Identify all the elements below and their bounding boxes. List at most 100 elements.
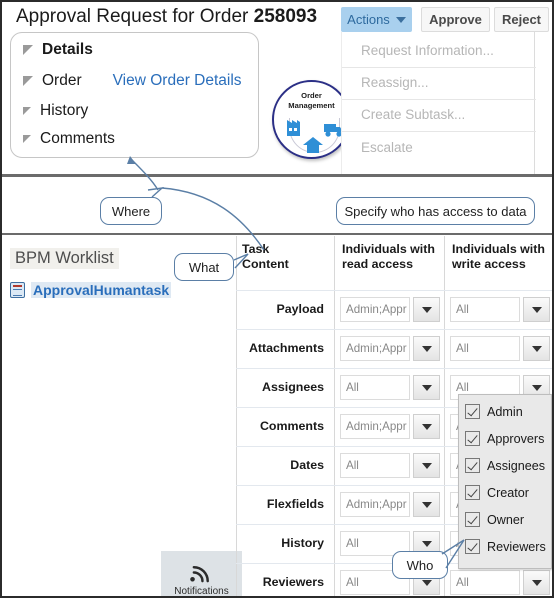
checklist-option[interactable]: Assignees — [465, 458, 545, 473]
checkbox-checked-icon[interactable] — [465, 512, 480, 527]
details-tree-card: Details Order View Order Details History… — [10, 32, 259, 158]
checklist-option-label: Reviewers — [487, 539, 546, 554]
vertical-tab-strip: Notifications Access Configuration — [161, 551, 242, 596]
tree-item-details[interactable]: Details — [23, 41, 93, 59]
approve-button[interactable]: Approve — [421, 7, 490, 32]
read-access-value[interactable]: Admin;Appr — [340, 336, 410, 361]
checklist-option[interactable]: Creator — [465, 485, 529, 500]
menu-item-create-subtask[interactable]: Create Subtask... — [361, 107, 465, 122]
header-line-1: Individuals with — [342, 242, 435, 256]
menu-item-request-information[interactable]: Request Information... — [361, 43, 494, 58]
checkbox-checked-icon[interactable] — [465, 404, 480, 419]
read-access-value[interactable]: Admin;Appr — [340, 414, 410, 439]
triangle-collapse-icon[interactable] — [23, 107, 31, 115]
chevron-down-icon — [531, 579, 542, 586]
checklist-option[interactable]: Reviewers — [465, 539, 546, 554]
row-divider — [236, 290, 552, 291]
header-line-1: Task — [242, 242, 270, 256]
row-label: History — [281, 536, 324, 550]
row-label: Dates — [290, 458, 324, 472]
write-access-dropdown-button[interactable] — [523, 336, 550, 361]
read-access-cell[interactable]: All — [340, 453, 440, 478]
checkbox-checked-icon[interactable] — [465, 458, 480, 473]
read-access-dropdown-button[interactable] — [413, 297, 440, 322]
read-access-dropdown-button[interactable] — [413, 492, 440, 517]
row-label: Attachments — [248, 341, 324, 355]
read-access-dropdown-button[interactable] — [413, 375, 440, 400]
menu-divider — [342, 67, 536, 68]
row-label: Assignees — [262, 380, 324, 394]
checklist-option[interactable]: Owner — [465, 512, 524, 527]
row-label: Comments — [259, 419, 324, 433]
read-access-cell[interactable]: Admin;Appr — [340, 414, 440, 439]
order-number: 258093 — [253, 6, 318, 27]
menu-divider — [342, 99, 536, 100]
task-tree-node[interactable]: ApprovalHumantask — [10, 282, 172, 298]
read-access-value[interactable]: Admin;Appr — [340, 492, 410, 517]
read-access-cell[interactable]: Admin;Appr — [340, 492, 440, 517]
read-access-dropdown-button[interactable] — [413, 453, 440, 478]
read-access-cell[interactable]: All — [340, 375, 440, 400]
chevron-down-icon — [421, 423, 432, 430]
write-access-dropdown-button[interactable] — [523, 570, 550, 595]
tree-item-label: Details — [42, 41, 93, 58]
actions-button[interactable]: Actions — [341, 7, 412, 32]
access-table: Task Content Individuals with read acces… — [236, 236, 552, 596]
write-access-value[interactable]: All — [450, 297, 520, 322]
write-access-value[interactable]: All — [450, 336, 520, 361]
menu-item-reassign[interactable]: Reassign... — [361, 75, 429, 90]
write-access-value[interactable]: All — [450, 570, 520, 595]
tree-item-order[interactable]: Order View Order Details — [23, 72, 242, 90]
checkbox-checked-icon[interactable] — [465, 539, 480, 554]
checklist-option-label: Creator — [487, 485, 529, 500]
approval-request-panel: Approval Request for Order 258093 Detail… — [2, 2, 552, 174]
tree-item-history[interactable]: History — [23, 102, 88, 120]
read-access-value[interactable]: All — [340, 453, 410, 478]
tab-notifications[interactable]: Notifications — [161, 551, 242, 596]
reject-button[interactable]: Reject — [494, 7, 549, 32]
checklist-option-label: Admin — [487, 404, 523, 419]
page-title-prefix: Approval Request for Order — [16, 6, 254, 27]
write-access-cell[interactable]: All — [450, 297, 550, 322]
read-access-value[interactable]: All — [340, 375, 410, 400]
triangle-collapse-icon[interactable] — [23, 45, 33, 55]
triangle-collapse-icon[interactable] — [23, 135, 31, 143]
triangle-collapse-icon[interactable] — [23, 76, 33, 86]
read-access-dropdown-button[interactable] — [413, 414, 440, 439]
row-label: Reviewers — [262, 575, 324, 589]
column-header-read-access: Individuals with read access — [342, 242, 442, 272]
access-roles-dropdown[interactable]: Admin Approvers Assignees Creator Owner Revie… — [458, 394, 552, 569]
menu-item-escalate[interactable]: Escalate — [361, 140, 413, 155]
write-access-dropdown-button[interactable] — [523, 297, 550, 322]
chevron-down-icon — [421, 579, 432, 586]
column-header-task-content: Task Content — [242, 242, 312, 272]
tree-item-comments[interactable]: Comments — [23, 130, 115, 148]
callout-what: What — [174, 253, 234, 281]
checklist-option-label: Assignees — [487, 458, 546, 473]
table-header-row: Task Content Individuals with read acces… — [236, 242, 552, 290]
checkbox-checked-icon[interactable] — [465, 485, 480, 500]
checkbox-checked-icon[interactable] — [465, 431, 480, 446]
actions-dropdown-menu: Request Information... Reassign... Creat… — [341, 32, 536, 174]
checklist-option[interactable]: Admin — [465, 404, 523, 419]
screenshot-root: Approval Request for Order 258093 Detail… — [0, 0, 554, 598]
header-line-2: write access — [452, 257, 526, 271]
row-divider — [236, 329, 552, 330]
write-access-cell[interactable]: All — [450, 570, 550, 595]
write-access-cell[interactable]: All — [450, 336, 550, 361]
checklist-option-label: Owner — [487, 512, 525, 527]
read-access-value[interactable]: Admin;Appr — [340, 297, 410, 322]
tab-label: Notifications — [174, 586, 229, 596]
read-access-cell[interactable]: Admin;Appr — [340, 297, 440, 322]
human-task-icon — [10, 282, 25, 298]
row-divider — [236, 368, 552, 369]
chevron-down-icon — [421, 306, 432, 313]
read-access-cell[interactable]: Admin;Appr — [340, 336, 440, 361]
chevron-down-icon — [395, 16, 406, 23]
tree-item-label: Comments — [40, 130, 115, 147]
callout-where: Where — [100, 197, 162, 225]
chevron-down-icon — [531, 306, 542, 313]
checklist-option[interactable]: Approvers — [465, 431, 544, 446]
read-access-dropdown-button[interactable] — [413, 336, 440, 361]
view-order-details-link[interactable]: View Order Details — [113, 72, 242, 90]
